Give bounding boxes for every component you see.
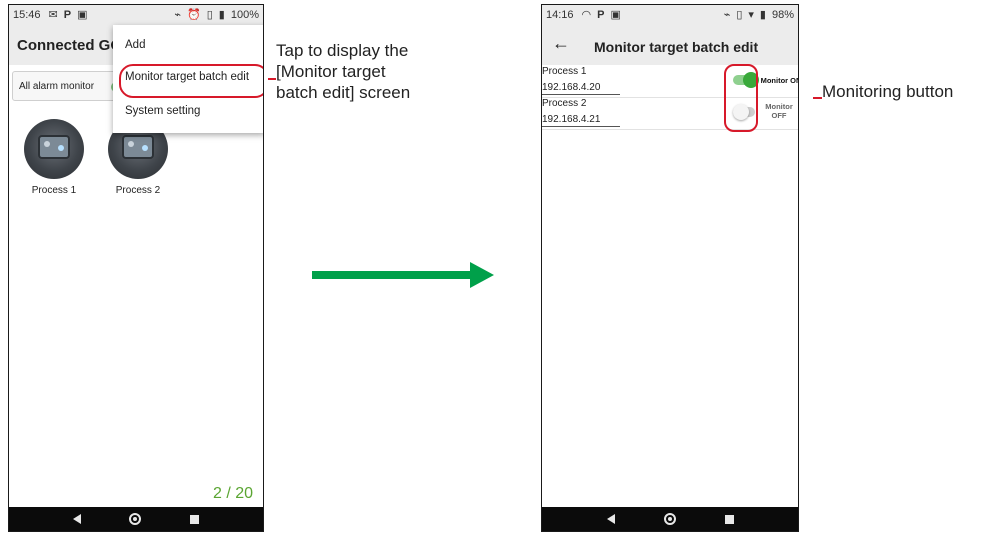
battery-level: 98% <box>771 9 794 21</box>
parking-icon: P <box>63 8 72 21</box>
status-time: 14:16 <box>546 9 574 21</box>
menu-item-system-setting[interactable]: System setting <box>125 105 200 117</box>
row-divider <box>542 129 798 130</box>
process-ip: 192.168.4.20 <box>542 82 620 95</box>
status-icons-left: ◠ P ▣ <box>581 8 621 21</box>
home-icon[interactable] <box>663 513 676 525</box>
process-ip: 192.168.4.21 <box>542 114 620 127</box>
highlight-ring-switches <box>724 64 758 132</box>
status-bar: 15:46 ✉ P ▣ ⌁ ⏰ ▯ ▮ 100% <box>9 5 263 25</box>
transition-arrow-icon <box>312 262 494 288</box>
status-time: 15:46 <box>13 9 41 21</box>
app-bar: ← Monitor target batch edit <box>542 25 798 65</box>
recent-apps-icon[interactable] <box>189 514 199 524</box>
tile-label: Process 1 <box>31 185 77 196</box>
battery-icon: ▮ <box>218 8 225 21</box>
screenshot-icon: ▣ <box>610 8 621 21</box>
back-icon[interactable] <box>73 514 82 524</box>
vibrate-icon: ▯ <box>736 8 743 21</box>
callout-line: [Monitor target <box>276 62 386 81</box>
cast-icon: ⌁ <box>174 8 182 21</box>
callout-line: Tap to display the <box>276 41 409 60</box>
parking-icon: P <box>597 8 605 21</box>
signal-icon: ▾ <box>748 8 754 21</box>
phone-screen-batch-edit: 14:16 ◠ P ▣ ⌁ ▯ ▾ ▮ 98% ← Monitor target… <box>541 4 799 532</box>
back-icon[interactable] <box>606 514 615 524</box>
alarm-icon: ⏰ <box>187 8 201 21</box>
status-bar: 14:16 ◠ P ▣ ⌁ ▯ ▾ ▮ 98% <box>542 5 798 25</box>
back-arrow-icon[interactable]: ← <box>552 33 570 54</box>
page-title: Monitor target batch edit <box>594 39 759 55</box>
process-name: Process 2 <box>542 98 587 109</box>
monitor-status-label: Monitor ON <box>760 76 799 85</box>
status-icons-right: ⌁ ▯ ▾ ▮ 98% <box>724 9 794 21</box>
navigation-bar <box>9 507 263 531</box>
battery-level: 100% <box>230 9 259 21</box>
phone-screen-connected-got: 15:46 ✉ P ▣ ⌁ ⏰ ▯ ▮ 100% Connected GOT A… <box>8 4 264 532</box>
recent-apps-icon[interactable] <box>724 514 734 524</box>
battery-icon: ▮ <box>759 8 766 21</box>
callout-monitoring-button: Monitoring button <box>822 82 954 101</box>
got-tile-process-1[interactable]: Process 1 <box>19 119 89 196</box>
wifi-icon: ◠ <box>581 8 592 21</box>
message-icon: ✉ <box>48 8 58 21</box>
monitor-status-line: Monitor <box>765 102 793 111</box>
menu-item-add[interactable]: Add <box>125 39 145 51</box>
cast-icon: ⌁ <box>723 8 731 21</box>
vibrate-icon: ▯ <box>206 8 213 21</box>
tile-label: Process 2 <box>115 185 161 196</box>
monitor-status-label: Monitor OFF <box>760 102 798 120</box>
screenshot-icon: ▣ <box>77 8 88 21</box>
status-icons-right: ⌁ ⏰ ▯ ▮ 100% <box>174 9 259 21</box>
highlight-ring-menu-item <box>119 64 263 98</box>
status-icons-left: ✉ P ▣ <box>48 8 88 21</box>
callout-line: batch edit] screen <box>276 83 411 102</box>
monitor-status-line: OFF <box>771 111 787 120</box>
process-name: Process 1 <box>542 66 587 77</box>
callout-menu-description: Tap to display the [Monitor target batch… <box>276 40 476 103</box>
all-alarm-monitor-label: All alarm monitor <box>19 81 95 92</box>
got-device-photo <box>24 119 84 179</box>
navigation-bar <box>542 507 798 531</box>
page-counter: 2 / 20 <box>212 485 253 502</box>
home-icon[interactable] <box>129 513 142 525</box>
